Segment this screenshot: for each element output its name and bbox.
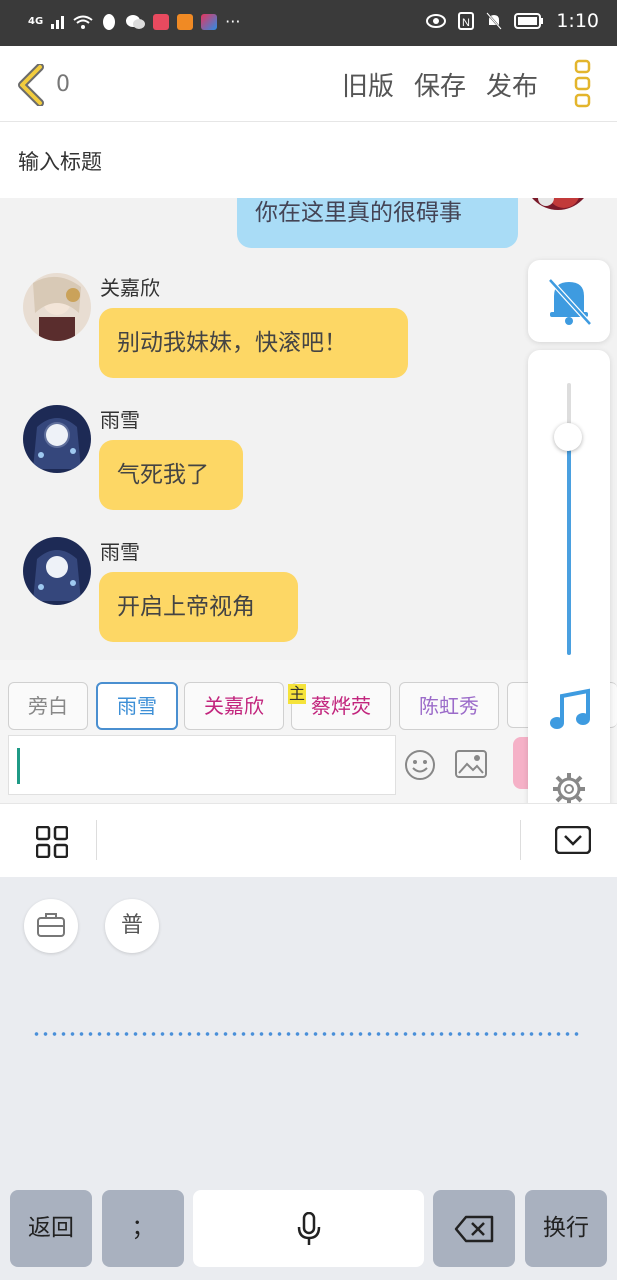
- back-key[interactable]: 返回: [10, 1190, 92, 1267]
- app-icon-orange: [177, 13, 194, 30]
- newline-key[interactable]: 换行: [525, 1190, 607, 1267]
- lead-role-badge: 主: [288, 684, 307, 704]
- voice-keyboard: 普 返回 ； 换行: [0, 877, 617, 1280]
- text-cursor: [17, 748, 20, 784]
- chevron-down-icon: [554, 825, 592, 855]
- image-icon: [455, 750, 487, 778]
- role-chip-chenhongxiu[interactable]: 陈虹秀: [399, 682, 499, 730]
- mute-bell-icon: [486, 12, 503, 30]
- chat-bubble[interactable]: 开启上帝视角: [99, 572, 298, 642]
- backspace-key[interactable]: [433, 1190, 515, 1267]
- avatar-image: [524, 198, 592, 210]
- sender-name: 雨雪: [100, 408, 140, 432]
- role-selector-bar: 旁白 雨雪 关嘉欣 蔡烨荧 主 陈虹秀 曾: [0, 660, 617, 735]
- chat-bubble-text: 气死我了: [117, 462, 209, 488]
- more-vertical-icon: [574, 59, 591, 108]
- nfc-icon: N: [458, 12, 475, 30]
- back-count: 0: [56, 72, 70, 97]
- semicolon-key[interactable]: ；: [102, 1190, 184, 1267]
- save-button[interactable]: 保存: [414, 66, 466, 103]
- voice-input-key[interactable]: [193, 1190, 424, 1267]
- volume-slider-thumb[interactable]: [554, 423, 582, 451]
- avatar-image: [23, 537, 91, 605]
- back-button[interactable]: [16, 63, 56, 107]
- role-chip-label: 蔡烨荧: [311, 694, 371, 718]
- more-notifications-icon: ···: [225, 12, 241, 31]
- role-chip-label: 雨雪: [117, 694, 157, 718]
- role-chip-label: 关嘉欣: [204, 694, 264, 718]
- briefcase-icon: [37, 913, 65, 937]
- mute-toggle-card[interactable]: [528, 260, 610, 342]
- apps-grid-button[interactable]: [35, 825, 69, 862]
- chat-bubble[interactable]: 气死我了: [99, 440, 243, 510]
- gear-icon: [553, 773, 585, 805]
- emoji-button[interactable]: [404, 749, 436, 785]
- mute-bell-icon: [548, 278, 592, 326]
- status-left-icons: 4G ···: [28, 12, 240, 31]
- toolbox-button[interactable]: [24, 899, 78, 953]
- battery-icon: [514, 13, 544, 29]
- status-right-icons: N 1:10: [426, 10, 599, 32]
- chevron-left-icon: [18, 63, 44, 107]
- chat-bubble-text: 你在这里真的很碍事: [255, 200, 462, 226]
- app-icon-colorful: [201, 13, 218, 30]
- mandarin-mode-button[interactable]: 普: [105, 899, 159, 953]
- avatar-yuxue[interactable]: [23, 405, 91, 473]
- key-label: ；: [131, 1215, 155, 1241]
- eye-comfort-icon: [426, 14, 447, 28]
- toolbar-divider: [96, 820, 97, 860]
- microphone-icon: [297, 1211, 320, 1245]
- wifi-icon: [73, 15, 93, 29]
- status-bar: 4G ··· N 1:10: [0, 0, 617, 46]
- chat-area[interactable]: 你在这里真的很碍事 关嘉欣 别动我妹妹，快滚吧！ 雨雪 气死我了 雨雪 开启上帝…: [0, 198, 617, 660]
- chat-bubble-right[interactable]: 你在这里真的很碍事: [237, 198, 518, 248]
- chat-bubble[interactable]: 别动我妹妹，快滚吧！: [99, 308, 408, 378]
- key-label: 返回: [28, 1215, 74, 1241]
- image-button[interactable]: [455, 750, 487, 782]
- avatar-image: [23, 405, 91, 473]
- hide-keyboard-button[interactable]: [554, 825, 592, 858]
- signal-icon: [51, 15, 65, 29]
- avatar-yuxue[interactable]: [23, 537, 91, 605]
- qq-icon: [103, 13, 116, 30]
- volume-slider-fill: [567, 438, 571, 655]
- chat-bubble-text: 别动我妹妹，快滚吧！: [117, 330, 347, 356]
- music-button[interactable]: [548, 688, 592, 736]
- grid-icon: [35, 825, 69, 859]
- clock: 1:10: [556, 10, 599, 32]
- volume-panel: [528, 350, 610, 826]
- old-version-button[interactable]: 旧版: [342, 66, 394, 103]
- role-chip-yuxue[interactable]: 雨雪: [96, 682, 178, 730]
- music-note-icon: [550, 688, 590, 729]
- role-chip-guanjiaxin[interactable]: 关嘉欣: [184, 682, 284, 730]
- message-input[interactable]: [8, 735, 396, 795]
- svg-text:N: N: [462, 17, 470, 29]
- emoji-icon: [405, 750, 435, 780]
- avatar-guanjiaxin[interactable]: [23, 273, 91, 341]
- chat-bubble-text: 开启上帝视角: [117, 594, 255, 620]
- avatar-image: [23, 273, 91, 341]
- composer-row: 发送: [0, 733, 617, 803]
- mode-label: 普: [120, 913, 143, 938]
- keyboard-toolbar: [0, 803, 617, 878]
- role-chip-label: 旁白: [28, 694, 68, 718]
- app-icon-red: [153, 13, 170, 30]
- title-input[interactable]: 输入标题: [18, 146, 102, 176]
- toolbar-divider: [520, 820, 521, 860]
- sender-name: 关嘉欣: [100, 276, 160, 300]
- voice-waveform: [32, 1030, 580, 1038]
- publish-button[interactable]: 发布: [486, 66, 538, 103]
- editor-header: 0 旧版 保存 发布: [0, 46, 617, 122]
- backspace-icon: [454, 1215, 494, 1242]
- avatar-self[interactable]: [524, 198, 592, 210]
- signal-indicator: 4G: [28, 16, 44, 27]
- role-chip-label: 陈虹秀: [419, 694, 479, 718]
- key-label: 换行: [543, 1215, 589, 1241]
- more-menu-button[interactable]: [574, 59, 592, 109]
- title-input-row[interactable]: 输入标题: [0, 122, 617, 197]
- role-chip-narrator[interactable]: 旁白: [8, 682, 88, 730]
- wechat-icon: [126, 14, 146, 29]
- sender-name: 雨雪: [100, 540, 140, 564]
